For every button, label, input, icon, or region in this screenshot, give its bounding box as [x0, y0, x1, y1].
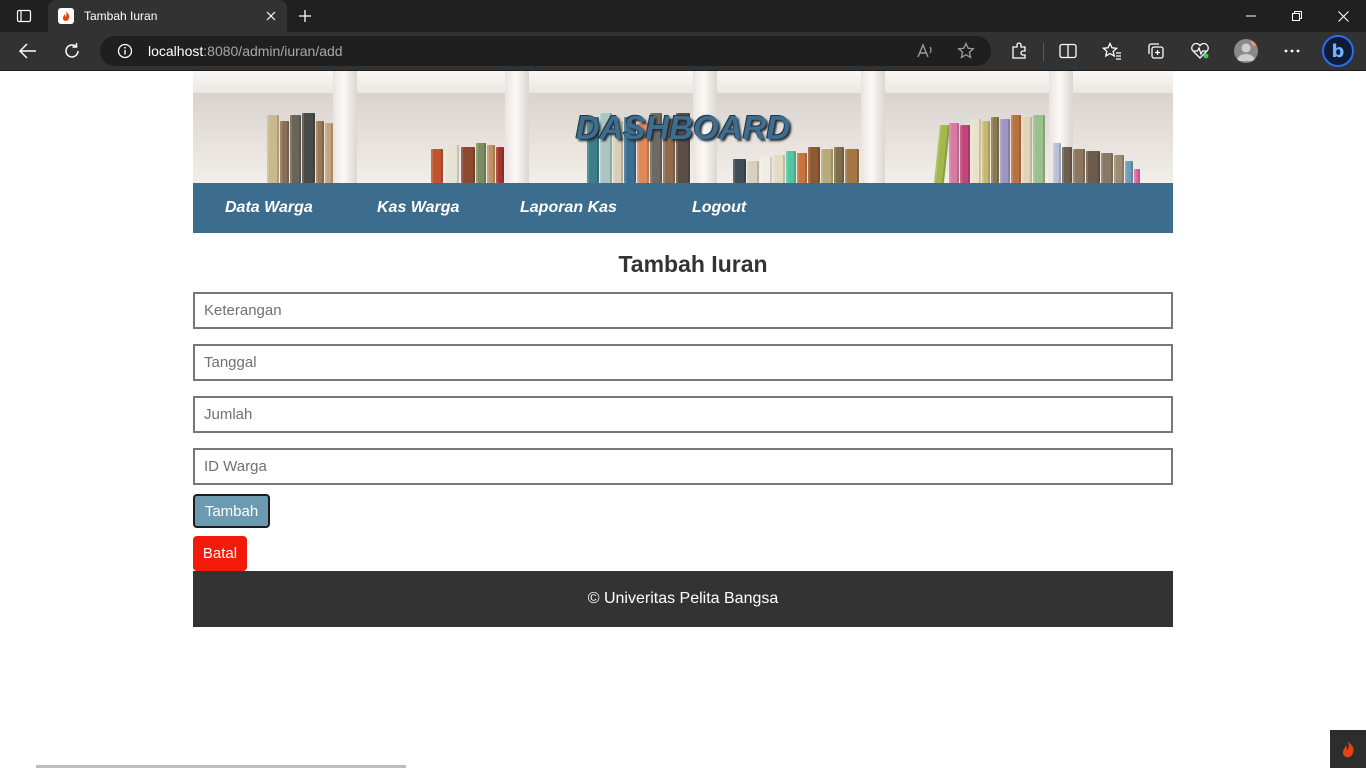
book	[476, 143, 486, 183]
tambah-button[interactable]: Tambah	[193, 494, 270, 528]
book	[1086, 151, 1100, 183]
book	[845, 149, 859, 183]
book	[808, 147, 820, 183]
extensions-icon[interactable]	[1003, 37, 1035, 65]
book	[747, 161, 759, 183]
book	[445, 145, 459, 183]
banner-title: DASHBOARD	[575, 109, 791, 146]
minimize-icon[interactable]	[1228, 0, 1274, 32]
book	[786, 151, 796, 183]
batal-button[interactable]: Batal	[193, 536, 247, 571]
book	[773, 155, 785, 183]
bing-copilot-icon[interactable]: b	[1322, 35, 1354, 67]
footer: © Univeritas Pelita Bangsa	[193, 571, 1173, 627]
book	[1073, 149, 1085, 183]
id-warga-input[interactable]	[193, 448, 1173, 485]
book	[733, 159, 746, 183]
toolbar-separator	[1043, 43, 1044, 61]
profile-avatar-icon[interactable]	[1234, 39, 1258, 63]
active-tab[interactable]: Tambah Iuran	[48, 0, 287, 32]
browser-tab-bar: Tambah Iuran	[0, 0, 1366, 32]
new-tab-icon[interactable]	[292, 4, 318, 28]
tab-actions-icon[interactable]	[8, 4, 40, 28]
keterangan-input[interactable]	[193, 292, 1173, 329]
book	[797, 153, 807, 183]
page-container: DASHBOARD Data Warga Kas Warga Laporan K…	[193, 71, 1173, 627]
read-aloud-icon[interactable]	[914, 40, 938, 62]
book	[461, 147, 475, 183]
book	[1053, 143, 1061, 183]
browser-toolbar: localhost:8080/admin/iuran/add b	[0, 32, 1366, 71]
book	[821, 149, 833, 183]
main-nav: Data Warga Kas Warga Laporan Kas Logout	[193, 183, 1173, 233]
close-tab-icon[interactable]	[263, 8, 279, 24]
more-options-icon[interactable]	[1276, 37, 1308, 65]
tanggal-input[interactable]	[193, 344, 1173, 381]
restore-icon[interactable]	[1274, 0, 1320, 32]
back-icon[interactable]	[12, 37, 44, 65]
book	[487, 145, 495, 183]
collections-icon[interactable]	[1140, 37, 1172, 65]
nav-item-data-warga[interactable]: Data Warga	[225, 199, 313, 217]
book	[1125, 161, 1133, 183]
tab-title: Tambah Iuran	[84, 9, 158, 23]
book	[1134, 169, 1140, 183]
codeigniter-favicon-icon	[58, 8, 74, 24]
book	[760, 157, 772, 183]
notification-dot	[1251, 39, 1258, 46]
footer-text: © Univeritas Pelita Bangsa	[587, 590, 779, 607]
book	[496, 147, 504, 183]
address-bar[interactable]: localhost:8080/admin/iuran/add	[100, 36, 991, 66]
codeigniter-debug-toolbar-icon[interactable]	[1330, 730, 1366, 768]
page-title: Tambah Iuran	[618, 251, 768, 277]
nav-item-logout[interactable]: Logout	[692, 199, 746, 217]
close-window-icon[interactable]	[1320, 0, 1366, 32]
url-path: :8080/admin/iuran/add	[203, 43, 343, 59]
browser-essentials-icon[interactable]	[1184, 37, 1216, 65]
book	[1101, 153, 1113, 183]
book	[431, 149, 443, 183]
book	[1062, 147, 1072, 183]
nav-item-laporan-kas[interactable]: Laporan Kas	[520, 199, 617, 217]
favorites-icon[interactable]	[1096, 37, 1128, 65]
nav-item-kas-warga[interactable]: Kas Warga	[377, 199, 459, 217]
url-text: localhost:8080/admin/iuran/add	[148, 43, 343, 59]
split-screen-icon[interactable]	[1052, 37, 1084, 65]
refresh-icon[interactable]	[56, 37, 88, 65]
book	[834, 147, 844, 183]
favorite-star-icon[interactable]	[954, 40, 978, 62]
site-info-icon[interactable]	[116, 42, 134, 60]
jumlah-input[interactable]	[193, 396, 1173, 433]
url-host: localhost	[148, 43, 204, 59]
book	[1114, 155, 1124, 183]
header-banner: DASHBOARD	[193, 71, 1173, 183]
